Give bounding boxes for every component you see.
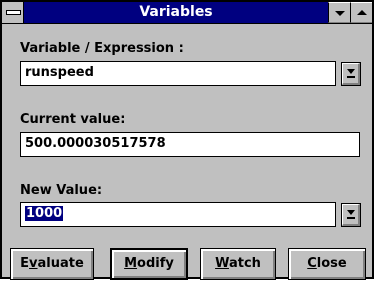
new-value-label: New Value: <box>20 183 103 198</box>
new-value-text: 1000 <box>25 206 64 221</box>
title-bar[interactable]: Variables <box>2 2 372 24</box>
variables-dialog: Variables Variable / Expression : runspe… <box>0 0 374 280</box>
new-value-input[interactable]: 1000 <box>20 202 336 227</box>
dropdown-arrow-icon <box>347 69 355 74</box>
close-button[interactable]: Close <box>288 248 366 280</box>
window-title: Variables <box>139 4 213 20</box>
dropdown-arrow-icon <box>347 210 355 215</box>
expression-dropdown-button[interactable] <box>341 62 361 86</box>
current-value-label: Current value: <box>20 112 126 127</box>
triangle-down-icon <box>335 11 345 16</box>
system-menu-icon[interactable] <box>2 2 24 23</box>
current-value-field: 500.000030517578 <box>20 132 360 157</box>
minimize-button[interactable] <box>328 2 350 23</box>
expression-label: Variable / Expression : <box>20 41 184 56</box>
maximize-button[interactable] <box>350 2 372 23</box>
watch-button[interactable]: Watch <box>200 248 276 280</box>
modify-button[interactable]: Modify <box>110 248 188 280</box>
new-value-dropdown-button[interactable] <box>341 203 361 227</box>
evaluate-button[interactable]: Evaluate <box>10 248 94 280</box>
expression-input[interactable]: runspeed <box>20 61 336 86</box>
triangle-up-icon <box>357 10 367 15</box>
